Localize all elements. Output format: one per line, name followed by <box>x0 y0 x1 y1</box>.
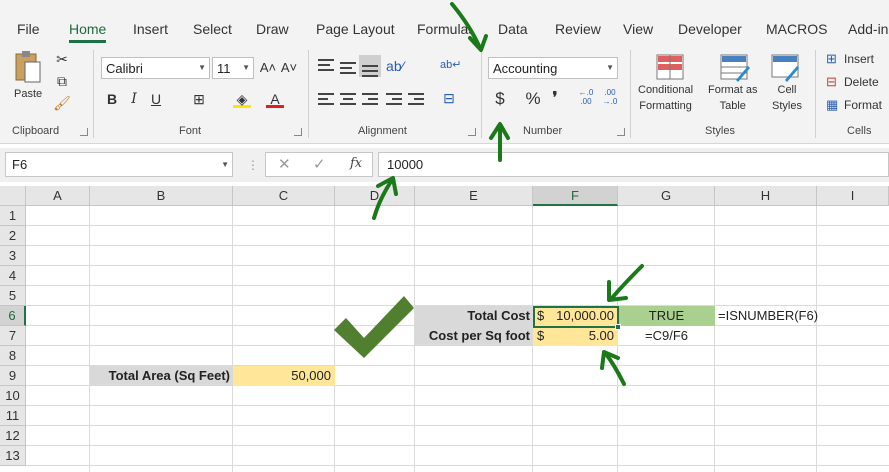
arrow-annotation <box>610 264 644 300</box>
checkmark-icon <box>334 296 414 358</box>
annotation-overlay <box>334 2 644 386</box>
